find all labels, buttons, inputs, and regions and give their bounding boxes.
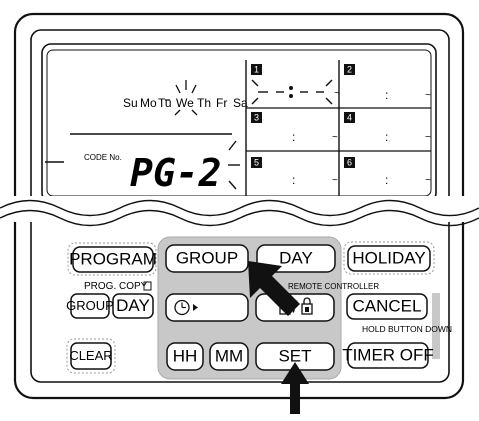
clear-label: CLEAR — [69, 348, 112, 363]
clock-button[interactable] — [165, 293, 249, 322]
remote-controller-label: REMOTE CONTROLLER — [288, 282, 379, 291]
slot-4-range-sep: ~ — [425, 132, 431, 143]
holiday-label: HOLIDAY — [352, 248, 425, 267]
slot-6-time-sep: : — [385, 173, 388, 187]
day-mo: Mo — [140, 96, 157, 110]
slot-4: 4 — [344, 112, 355, 123]
day-fr: Fr — [216, 96, 227, 110]
copy-day-label: DAY — [116, 296, 150, 315]
slot-number: 5 — [254, 158, 259, 168]
cancel-button[interactable]: CANCEL — [346, 293, 428, 320]
slot-number: 6 — [347, 158, 352, 168]
slot-3: 3 — [251, 112, 262, 123]
day-label: DAY — [279, 248, 313, 267]
slot-5-time-sep: : — [292, 173, 295, 187]
code-value: PG-2 — [130, 151, 222, 195]
group-label: GROUP — [176, 248, 238, 267]
slot-6-range-sep: ~ — [425, 175, 431, 186]
day-tu: Tu — [158, 96, 172, 110]
slot-number: 3 — [254, 113, 259, 123]
slot-number: 1 — [254, 65, 259, 75]
slot-2: 2 — [344, 64, 355, 75]
prog-copy-label: PROG. COPY — [84, 281, 148, 292]
program-label: PROGRAM — [69, 249, 157, 268]
day-th: Th — [197, 96, 211, 110]
remote-controller-illustration: Su Mo Tu We Th Fr Sa CODE No. PG-2 1 2 3… — [0, 12, 479, 414]
hh-button[interactable]: HH — [166, 342, 204, 371]
hh-label: HH — [173, 346, 198, 365]
slot-number: 2 — [347, 65, 352, 75]
hold-button-down-label: HOLD BUTTON DOWN — [362, 324, 452, 334]
mm-button[interactable]: MM — [209, 342, 249, 371]
timer-off-label: TIMER OFF — [342, 345, 434, 364]
day-su: Su — [123, 96, 138, 110]
copy-group-label: GROUP — [66, 298, 114, 313]
cancel-label: CANCEL — [353, 296, 422, 315]
slot-3-range-sep: ~ — [332, 132, 338, 143]
slot-2-time-sep: : — [385, 88, 388, 102]
slot-5-range-sep: ~ — [332, 175, 338, 186]
slot-4-time-sep: : — [385, 130, 388, 144]
slot-number: 4 — [347, 113, 352, 123]
day-we: We — [176, 96, 194, 110]
slot-1: 1 — [251, 64, 262, 75]
slot-2-range-sep: ~ — [425, 90, 431, 101]
clear-button[interactable]: CLEAR — [69, 342, 113, 370]
timer-off-button[interactable]: TIMER OFF — [342, 342, 434, 369]
slot-3-time-sep: : — [292, 130, 295, 144]
lcd-display-inner — [46, 49, 432, 197]
code-label: CODE No. — [84, 153, 122, 162]
slot-5: 5 — [251, 157, 262, 168]
copy-day-button[interactable]: DAY — [112, 293, 154, 319]
copy-group-button[interactable]: GROUP — [66, 293, 114, 319]
holiday-button[interactable]: HOLIDAY — [347, 245, 431, 272]
cut-line — [0, 196, 479, 227]
slot-1-range-sep: ~ — [334, 88, 340, 99]
mm-label: MM — [215, 346, 243, 365]
group-button[interactable]: GROUP — [165, 244, 249, 273]
program-button[interactable]: PROGRAM — [69, 246, 157, 273]
slot-6: 6 — [344, 157, 355, 168]
